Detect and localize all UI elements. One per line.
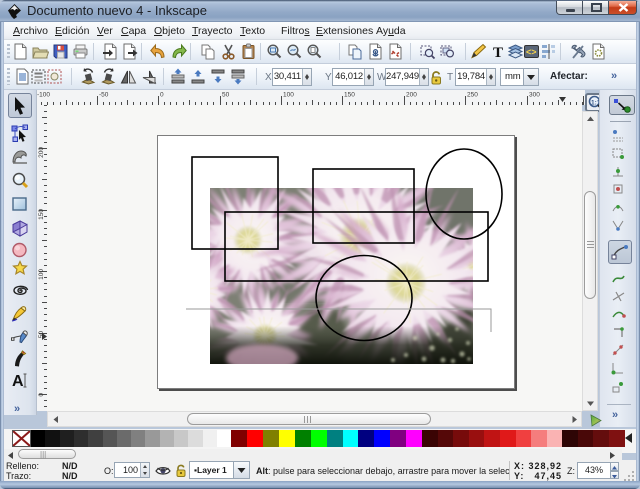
svg-text:100: 100 <box>38 269 45 280</box>
svg-text:<>: <> <box>526 47 537 57</box>
svg-text:0: 0 <box>160 92 164 99</box>
svg-text:100: 100 <box>283 92 294 99</box>
svg-text:A: A <box>12 373 24 390</box>
svg-text:0: 0 <box>38 393 45 397</box>
svg-text:250: 250 <box>467 92 478 99</box>
svg-text:150: 150 <box>344 92 355 99</box>
svg-text:-100: -100 <box>37 92 50 99</box>
svg-text:200: 200 <box>38 147 45 158</box>
svg-text:-50: -50 <box>99 92 109 99</box>
svg-text:150: 150 <box>38 209 45 220</box>
svg-text:T: T <box>493 45 503 61</box>
svg-text:200: 200 <box>406 92 417 99</box>
svg-text:300: 300 <box>529 92 540 99</box>
svg-text:50: 50 <box>222 92 230 99</box>
